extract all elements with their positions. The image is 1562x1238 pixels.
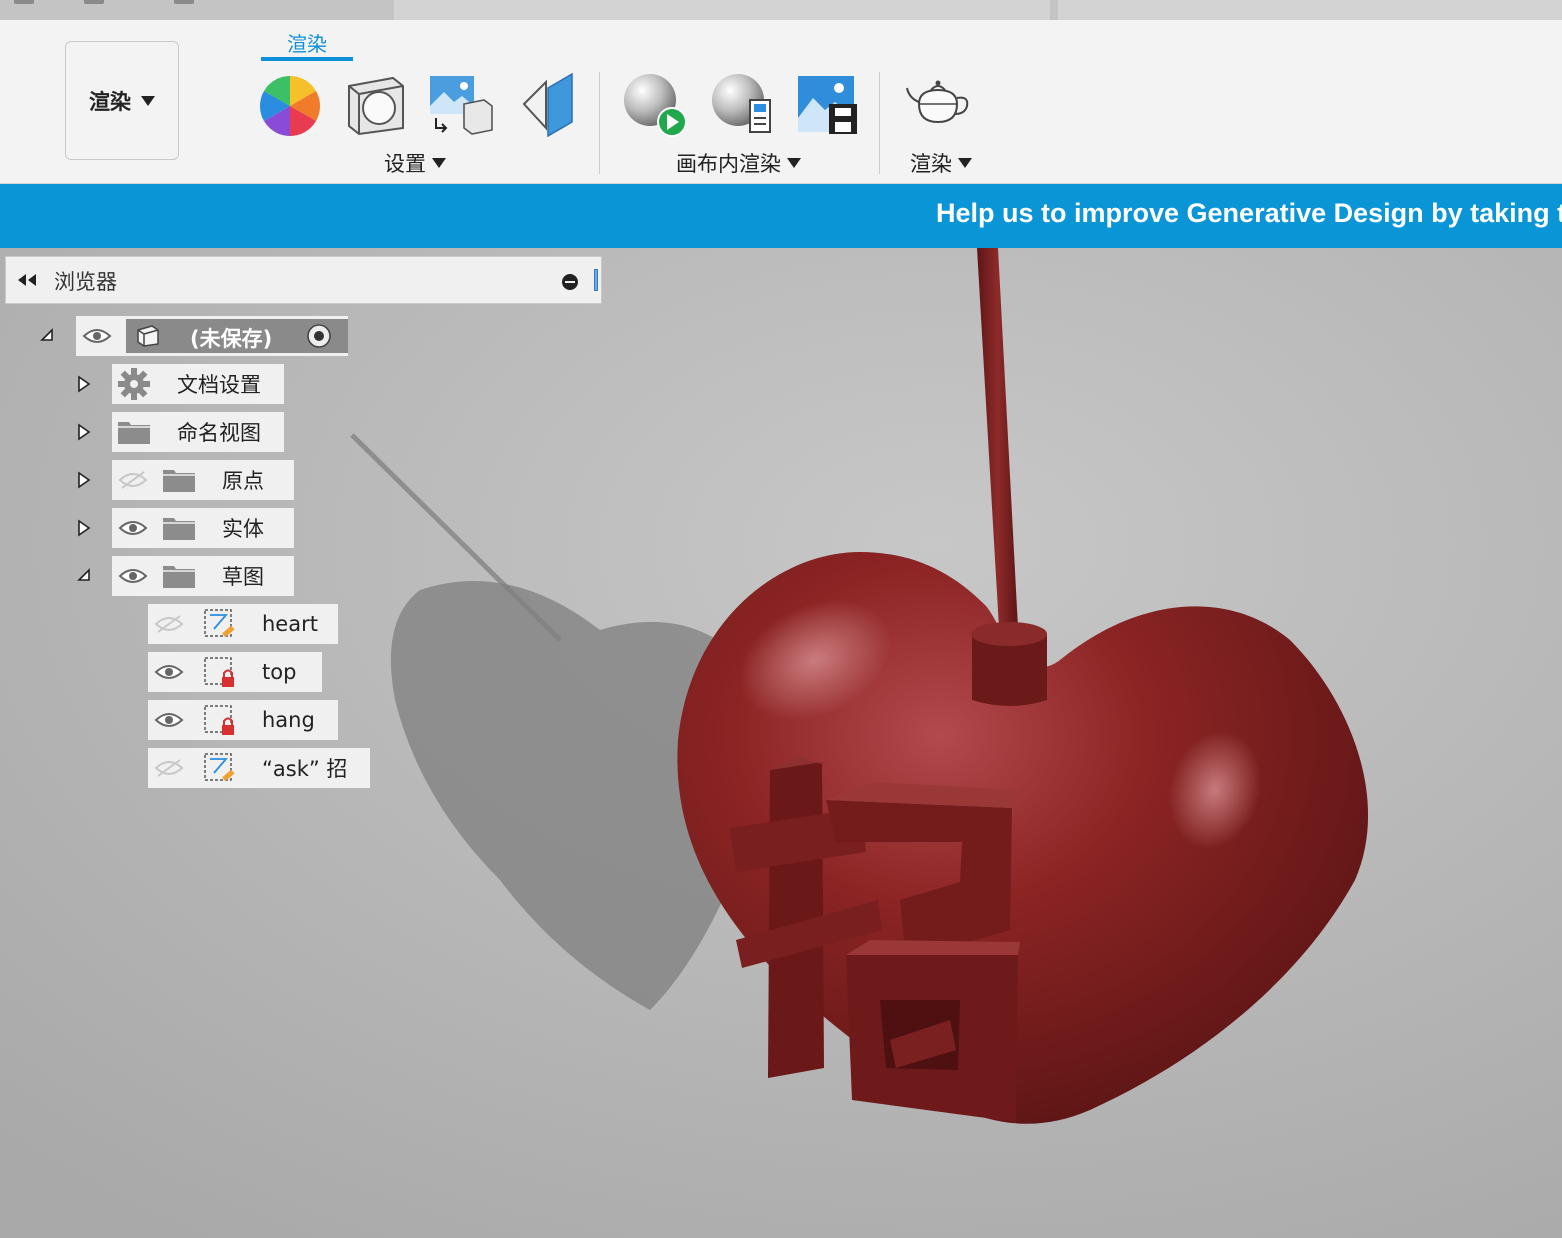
color-wheel-icon: [259, 75, 321, 136]
sketch-edit-icon: [204, 609, 235, 638]
folder-icon: [163, 518, 195, 540]
gear-icon: [118, 368, 150, 400]
document-tab[interactable]: [1058, 0, 1562, 20]
texture-map-button[interactable]: [428, 70, 494, 140]
sketch-edit-icon: [204, 753, 235, 782]
ribbon-toolbar: 渲染 渲染 设置 画布内渲染 渲染: [0, 20, 1562, 184]
caret-down-icon: [787, 158, 801, 168]
decal-icon: [522, 72, 573, 138]
in-canvas-render-button[interactable]: [620, 70, 687, 140]
tree-item-bodies[interactable]: 实体: [112, 508, 294, 548]
folder-icon: [163, 470, 195, 492]
activate-radio-icon[interactable]: [306, 323, 332, 349]
sketch-item-heart[interactable]: heart: [148, 604, 338, 644]
eye-hidden-icon[interactable]: [154, 758, 184, 778]
panel-options-icon[interactable]: [562, 274, 578, 290]
collapse-panel-icon[interactable]: [14, 272, 38, 288]
render-sphere-play-icon: [624, 74, 687, 137]
tree-item-sketches[interactable]: 草图: [112, 556, 294, 596]
in-canvas-group-menu[interactable]: 画布内渲染: [676, 148, 801, 178]
texture-map-icon: [430, 76, 493, 135]
browser-panel-header: 浏览器: [5, 256, 602, 304]
tree-item-label: 实体: [222, 517, 264, 541]
toolbar-divider: [879, 72, 880, 174]
render-group-label: 渲染: [910, 152, 952, 176]
banner-text[interactable]: Help us to improve Generative Design by …: [936, 198, 1562, 229]
eye-icon[interactable]: [118, 518, 148, 538]
sketch-label: heart: [262, 612, 318, 636]
sketch-label: “ask” 招: [262, 757, 348, 781]
caret-down-icon: [432, 158, 446, 168]
in-canvas-render-settings-button[interactable]: [708, 70, 774, 140]
caret-down-icon: [958, 158, 972, 168]
eye-icon[interactable]: [154, 662, 184, 682]
save-icon[interactable]: [174, 0, 194, 4]
collapsed-triangle-icon[interactable]: [77, 519, 91, 537]
tree-item-named-views[interactable]: 命名视图: [112, 412, 284, 452]
document-tab-strip: [0, 0, 1562, 20]
caret-down-icon: [141, 95, 155, 106]
setup-group-label: 设置: [384, 152, 426, 176]
active-tab-indicator: [261, 57, 353, 61]
component-icon: [137, 325, 159, 347]
appearance-button[interactable]: [257, 70, 323, 140]
browser-title: 浏览器: [54, 270, 117, 294]
tree-item-origin[interactable]: 原点: [112, 460, 294, 500]
tree-item-label: 草图: [222, 565, 264, 589]
sketch-label: top: [262, 660, 297, 684]
teapot-icon: [906, 80, 969, 124]
setup-group-menu[interactable]: 设置: [384, 148, 446, 178]
tree-item-document-settings[interactable]: 文档设置: [112, 364, 284, 404]
sketch-label: hang: [262, 708, 315, 732]
in-canvas-group-label: 画布内渲染: [676, 152, 781, 176]
folder-icon: [118, 422, 150, 444]
expanded-triangle-icon[interactable]: [77, 568, 91, 582]
sketch-locked-icon: [204, 705, 234, 735]
render-group-menu[interactable]: 渲染: [910, 148, 972, 178]
eye-hidden-icon[interactable]: [154, 614, 184, 634]
panel-resize-handle[interactable]: [594, 269, 598, 291]
sketch-locked-icon: [204, 657, 234, 687]
capture-image-icon: [798, 76, 857, 134]
folder-icon: [163, 566, 195, 588]
render-button[interactable]: [905, 70, 971, 140]
eye-icon[interactable]: [154, 710, 184, 730]
eye-icon[interactable]: [118, 566, 148, 586]
decal-button[interactable]: [516, 70, 582, 140]
sketch-item-ask[interactable]: “ask” 招: [148, 748, 370, 788]
toolbar-divider: [599, 72, 600, 174]
tree-root-row[interactable]: (未保存): [76, 316, 348, 356]
workspace-switcher-button[interactable]: 渲染: [65, 41, 179, 160]
grid-icon[interactable]: [14, 0, 34, 4]
tab-render[interactable]: 渲染: [261, 28, 353, 57]
render-settings-icon: [712, 74, 771, 133]
tree-item-label: 文档设置: [177, 373, 261, 397]
root-label: (未保存): [190, 327, 273, 351]
sketch-item-top[interactable]: top: [148, 652, 322, 692]
scene-settings-icon: [348, 76, 404, 136]
scene-settings-button[interactable]: [343, 70, 409, 140]
tree-item-label: 命名视图: [177, 421, 261, 445]
collapsed-triangle-icon[interactable]: [77, 375, 91, 393]
capture-image-button[interactable]: [795, 70, 861, 140]
workspace-label: 渲染: [89, 89, 131, 114]
feedback-banner[interactable]: Help us to improve Generative Design by …: [0, 184, 1562, 248]
collapsed-triangle-icon[interactable]: [77, 471, 91, 489]
document-tab[interactable]: [394, 0, 1050, 20]
sketch-item-hang[interactable]: hang: [148, 700, 338, 740]
collapsed-triangle-icon[interactable]: [77, 423, 91, 441]
eye-hidden-icon[interactable]: [118, 470, 148, 490]
eye-icon[interactable]: [82, 326, 112, 346]
expanded-triangle-icon[interactable]: [40, 328, 54, 342]
tree-item-label: 原点: [222, 469, 264, 493]
file-icon[interactable]: [84, 0, 104, 4]
